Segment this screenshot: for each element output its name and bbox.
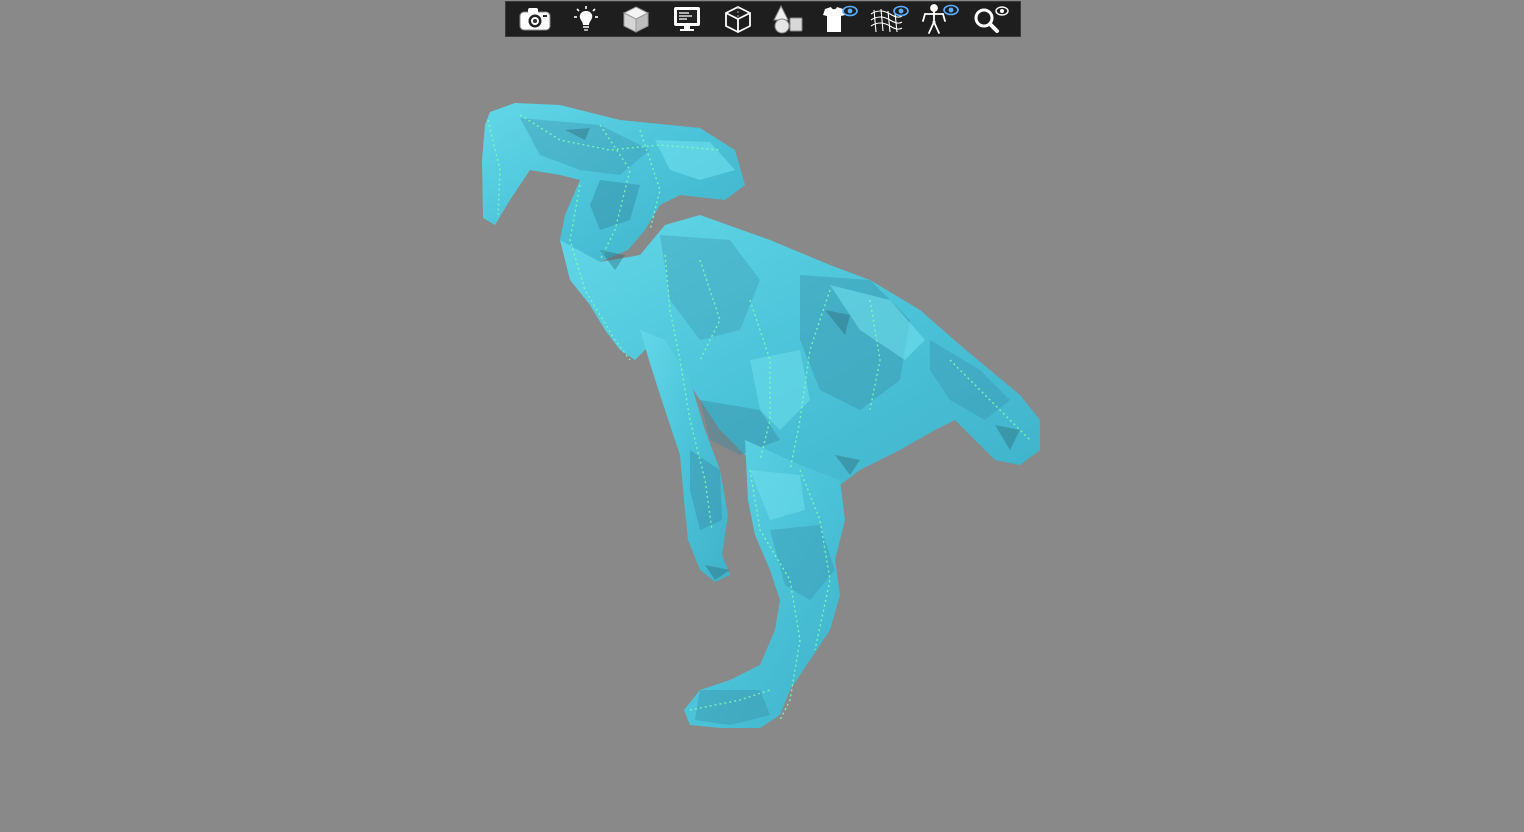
wireframe-cube-icon <box>723 4 753 34</box>
viewer-toolbar <box>505 1 1021 37</box>
camera-button[interactable] <box>514 3 556 35</box>
shirt-eye-icon <box>819 4 859 34</box>
skeleton-eye-icon <box>920 3 960 35</box>
lightbulb-icon <box>572 5 600 33</box>
solid-cube-icon <box>621 4 651 34</box>
mesh-visibility-button[interactable] <box>868 3 910 35</box>
display-settings-button[interactable] <box>666 3 708 35</box>
lighting-button[interactable] <box>565 3 607 35</box>
magnifier-eye-icon <box>971 4 1011 34</box>
inspect-visibility-button[interactable] <box>970 3 1012 35</box>
mesh-eye-icon <box>868 4 910 34</box>
primitive-shapes-icon <box>771 4 805 34</box>
camera-icon <box>518 6 552 32</box>
monitor-icon <box>672 5 702 33</box>
solid-shading-button[interactable] <box>615 3 657 35</box>
skeleton-visibility-button[interactable] <box>919 3 961 35</box>
3d-viewport[interactable] <box>0 0 1524 832</box>
texture-visibility-button[interactable] <box>818 3 860 35</box>
model-torso <box>560 215 1040 500</box>
dinosaur-3d-model[interactable] <box>470 95 1060 740</box>
wireframe-cube-button[interactable] <box>717 3 759 35</box>
primitives-button[interactable] <box>767 3 809 35</box>
